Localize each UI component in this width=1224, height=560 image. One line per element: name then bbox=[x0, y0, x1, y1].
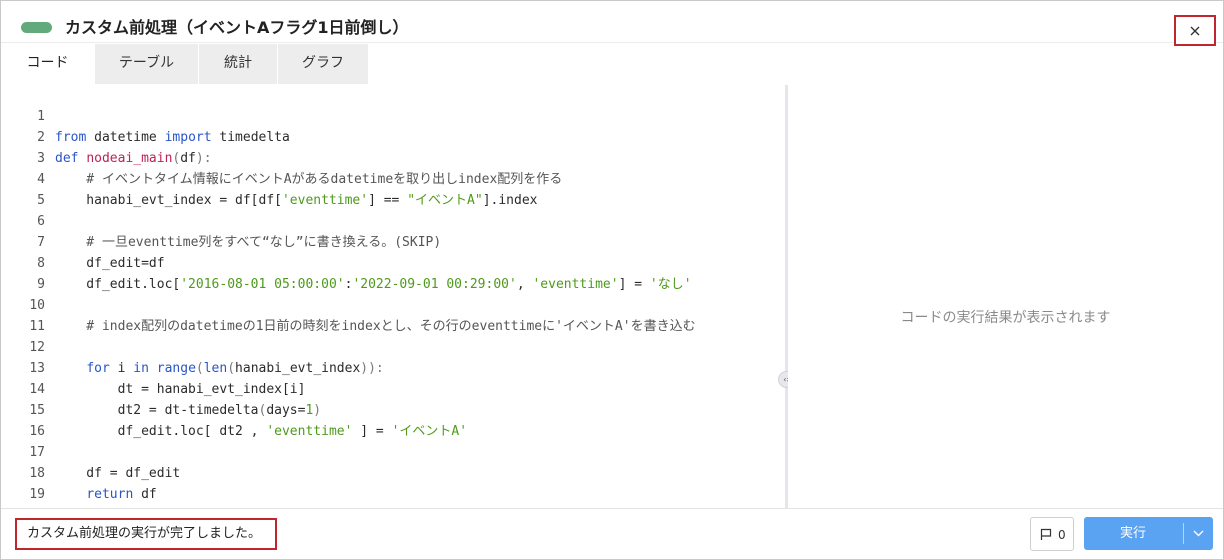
tab-graph[interactable]: グラフ bbox=[278, 44, 368, 84]
code-line: 8 df_edit.loc['2016-08-01 05:00:00':'202… bbox=[1, 232, 785, 292]
code-line: 11 bbox=[1, 295, 785, 334]
code-line: 6 # 一旦eventtime列をすべて“なし”に書き換える。(SKIP) bbox=[1, 190, 785, 250]
code-line: 4 hanabi_evt_index = df[df['eventtime'] … bbox=[1, 148, 785, 208]
status-pill-icon bbox=[21, 22, 52, 33]
comment-count: 0 bbox=[1058, 528, 1066, 542]
close-button[interactable] bbox=[1174, 15, 1216, 46]
chevron-down-icon bbox=[1193, 530, 1204, 537]
tab-table[interactable]: テーブル bbox=[95, 44, 198, 84]
dialog-header: カスタム前処理（イベントAフラグ1日前倒し） bbox=[1, 1, 1223, 46]
code-line: 5 bbox=[1, 169, 785, 208]
custom-preprocess-dialog: カスタム前処理（イベントAフラグ1日前倒し） コード テーブル 統計 グラフ 1… bbox=[0, 0, 1224, 560]
code-line: 2 def nodeai_main(df): bbox=[1, 106, 785, 166]
code-line: 13 dt = hanabi_evt_index[i] bbox=[1, 337, 785, 397]
tab-code[interactable]: コード bbox=[1, 44, 94, 84]
close-icon bbox=[1190, 26, 1200, 35]
code-line: 20 bbox=[1, 484, 785, 505]
code-line: 1 from datetime import timedelta bbox=[1, 85, 785, 145]
result-pane: コードの実行結果が表示されます bbox=[788, 85, 1223, 508]
tab-statistics[interactable]: 統計 bbox=[199, 44, 277, 84]
code-line: 3 # イベントタイム情報にイベントAがあるdatetimeを取り出しindex… bbox=[1, 127, 785, 187]
run-options-dropdown[interactable] bbox=[1184, 517, 1213, 550]
code-line: 16 bbox=[1, 400, 785, 439]
code-line: 17 df = df_edit bbox=[1, 421, 785, 481]
comment-button[interactable]: 0 bbox=[1030, 517, 1074, 551]
code-line: 9 bbox=[1, 253, 785, 292]
code-editor[interactable]: 1 from datetime import timedelta 2 def n… bbox=[1, 85, 785, 508]
code-line: 12 for i in range(len(hanabi_evt_index))… bbox=[1, 316, 785, 376]
code-line: 15 df_edit.loc[ dt2 , 'eventtime' ] = 'イ… bbox=[1, 379, 785, 439]
code-line: 7 df_edit=df bbox=[1, 211, 785, 271]
run-button[interactable]: 実行 bbox=[1084, 517, 1213, 550]
dialog-title: カスタム前処理（イベントAフラグ1日前倒し） bbox=[65, 18, 409, 37]
code-line: 10 # index配列のdatetimeの1日前の時刻をindexとし、その行… bbox=[1, 274, 785, 334]
code-line: 14 dt2 = dt-timedelta(days=1) bbox=[1, 358, 785, 418]
status-message: カスタム前処理の実行が完了しました。 bbox=[15, 518, 277, 550]
dialog-footer: カスタム前処理の実行が完了しました。 0 実行 bbox=[1, 508, 1223, 559]
code-line: 18 return df bbox=[1, 442, 785, 502]
code-line: 19 bbox=[1, 463, 785, 502]
run-button-label: 実行 bbox=[1119, 526, 1146, 541]
tab-bar: コード テーブル 統計 グラフ bbox=[1, 44, 369, 84]
flag-icon bbox=[1040, 528, 1052, 540]
result-placeholder: コードの実行結果が表示されます bbox=[900, 310, 1111, 326]
